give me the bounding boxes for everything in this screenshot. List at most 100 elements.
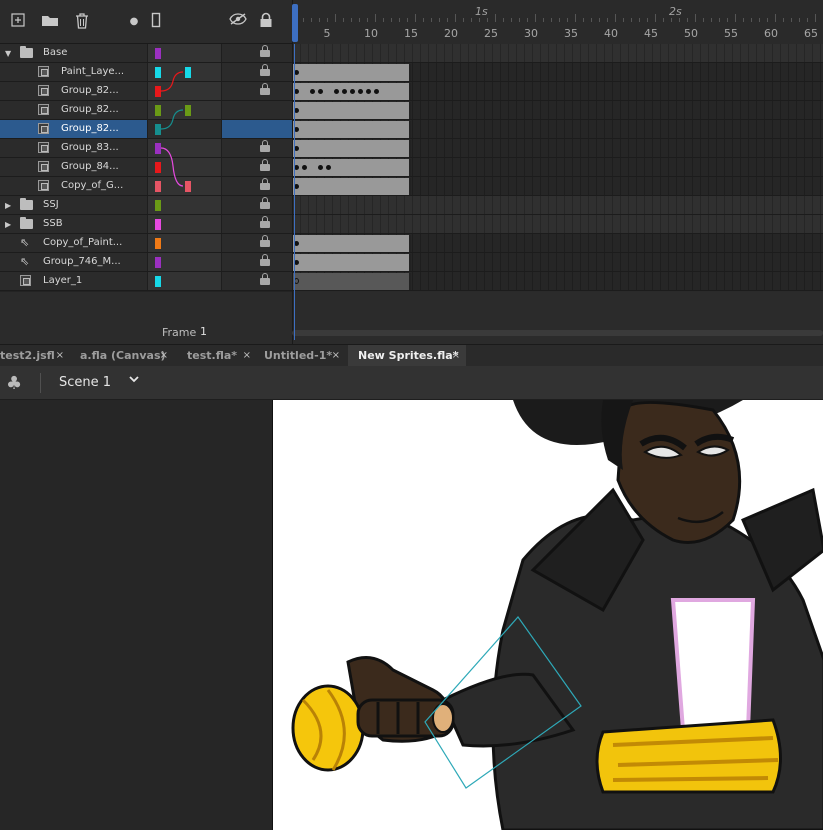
- frame-span[interactable]: [293, 254, 411, 271]
- layer-color-cell[interactable]: [147, 272, 222, 290]
- parent-color-swatch[interactable]: [185, 105, 191, 116]
- frame-span[interactable]: [293, 178, 411, 195]
- expand-arrow-icon[interactable]: ▶: [5, 201, 11, 210]
- frame-span[interactable]: [293, 64, 411, 81]
- layer-color-cell[interactable]: [147, 215, 222, 233]
- frame-span[interactable]: [293, 235, 411, 252]
- layer-lock-cell[interactable]: [222, 139, 292, 157]
- layer-lock-cell[interactable]: [222, 82, 292, 100]
- layer-lock-cell[interactable]: [222, 63, 292, 81]
- tab-a-fla[interactable]: a.fla (Canvas) ×: [74, 345, 174, 367]
- keyframe-dot[interactable]: [326, 165, 331, 170]
- layer-row[interactable]: Group_82...: [0, 82, 292, 101]
- layer-name-cell[interactable]: ⇖ Group_746_M...: [0, 253, 147, 271]
- layer-color-swatch[interactable]: [155, 219, 161, 230]
- layer-color-cell[interactable]: [147, 234, 222, 252]
- layer-lock-cell[interactable]: [222, 272, 292, 290]
- lock-all-icon[interactable]: [256, 12, 276, 32]
- layer-lock-cell[interactable]: [222, 120, 292, 138]
- expand-arrow-icon[interactable]: ▶: [5, 220, 11, 229]
- layer-name-cell[interactable]: ▶ SSJ: [0, 196, 147, 214]
- lock-icon[interactable]: [260, 178, 270, 190]
- parent-color-swatch[interactable]: [185, 181, 191, 192]
- frame-row[interactable]: [293, 82, 823, 101]
- close-icon[interactable]: ×: [160, 345, 168, 367]
- timeline-scrollbar[interactable]: [292, 330, 823, 336]
- layer-row[interactable]: ▶ SSB: [0, 215, 292, 234]
- layer-name-cell[interactable]: Group_84...: [0, 158, 147, 176]
- keyframe-dot[interactable]: [342, 89, 347, 94]
- frame-span[interactable]: [293, 140, 411, 157]
- layer-lock-cell[interactable]: [222, 158, 292, 176]
- frame-span[interactable]: [293, 83, 411, 100]
- lock-icon[interactable]: [260, 64, 270, 76]
- collapse-arrow-icon[interactable]: ▼: [5, 49, 11, 58]
- layer-name-cell[interactable]: ▼ Base: [0, 44, 147, 62]
- tab-test-fla[interactable]: test.fla* ×: [181, 345, 257, 367]
- outline-icon[interactable]: [146, 12, 166, 32]
- keyframe-dot[interactable]: [318, 89, 323, 94]
- layer-row[interactable]: ▶ SSJ: [0, 196, 292, 215]
- layer-color-swatch[interactable]: [155, 238, 161, 249]
- frame-row[interactable]: [293, 101, 823, 120]
- frame-row[interactable]: [293, 272, 823, 291]
- layer-color-swatch[interactable]: [155, 276, 161, 287]
- lock-icon[interactable]: [260, 159, 270, 171]
- frame-row[interactable]: [293, 196, 823, 215]
- trash-icon[interactable]: [72, 12, 92, 32]
- playhead-handle[interactable]: [292, 4, 298, 42]
- layer-lock-cell[interactable]: [222, 177, 292, 195]
- layer-name-cell[interactable]: Layer_1: [0, 272, 147, 290]
- close-icon[interactable]: ×: [332, 345, 340, 367]
- parent-color-swatch[interactable]: [185, 67, 191, 78]
- layer-color-swatch[interactable]: [155, 257, 161, 268]
- layer-row[interactable]: Paint_Laye...: [0, 63, 292, 82]
- frame-row[interactable]: [293, 234, 823, 253]
- tab-untitled-1[interactable]: Untitled-1* ×: [258, 345, 346, 367]
- layer-lock-cell[interactable]: [222, 196, 292, 214]
- frame-row[interactable]: [293, 139, 823, 158]
- layer-lock-cell[interactable]: [222, 44, 292, 62]
- layer-name-cell[interactable]: Group_82...: [0, 82, 147, 100]
- eye-hidden-icon[interactable]: [228, 12, 248, 32]
- frame-ruler[interactable]: 1s 2s 5 10 15 20 25 30 35 40 45 50 55 60…: [292, 0, 823, 44]
- layer-name-cell[interactable]: Copy_of_G...: [0, 177, 147, 195]
- dot-icon[interactable]: ●: [124, 12, 144, 32]
- chevron-down-icon[interactable]: [128, 373, 140, 389]
- frame-row[interactable]: [293, 120, 823, 139]
- frame-row[interactable]: [293, 158, 823, 177]
- lock-icon[interactable]: [260, 197, 270, 209]
- keyframe-dot[interactable]: [358, 89, 363, 94]
- frame-grid[interactable]: [292, 44, 823, 292]
- frame-value[interactable]: 1: [200, 325, 207, 338]
- layer-name-cell[interactable]: Paint_Laye...: [0, 63, 147, 81]
- keyframe-dot[interactable]: [366, 89, 371, 94]
- keyframe-dot[interactable]: [302, 165, 307, 170]
- layer-row[interactable]: ▼ Base: [0, 44, 292, 63]
- lock-icon[interactable]: [260, 216, 270, 228]
- layer-lock-cell[interactable]: [222, 234, 292, 252]
- layer-name-cell[interactable]: ⇖ Copy_of_Paint...: [0, 234, 147, 252]
- stage-canvas[interactable]: [272, 400, 823, 830]
- keyframe-dot[interactable]: [310, 89, 315, 94]
- frame-span[interactable]: [293, 273, 411, 290]
- keyframe-dot[interactable]: [318, 165, 323, 170]
- frame-row[interactable]: [293, 44, 823, 63]
- keyframe-dot[interactable]: [334, 89, 339, 94]
- layer-name-cell[interactable]: Group_82...: [0, 101, 147, 119]
- frame-span[interactable]: [293, 121, 411, 138]
- layer-row[interactable]: Group_84...: [0, 158, 292, 177]
- tab-new-sprites-fla[interactable]: New Sprites.fla* ×: [348, 345, 466, 367]
- lock-icon[interactable]: [260, 235, 270, 247]
- frame-row[interactable]: [293, 253, 823, 272]
- layer-lock-cell[interactable]: [222, 101, 292, 119]
- lock-icon[interactable]: [260, 45, 270, 57]
- layer-name-cell[interactable]: Group_82...: [0, 120, 147, 138]
- layer-row[interactable]: Copy_of_G...: [0, 177, 292, 196]
- lock-icon[interactable]: [260, 83, 270, 95]
- layer-row[interactable]: ⇖ Copy_of_Paint...: [0, 234, 292, 253]
- keyframe-dot[interactable]: [374, 89, 379, 94]
- layer-color-cell[interactable]: [147, 253, 222, 271]
- scene-name[interactable]: Scene 1: [59, 375, 111, 390]
- keyframe-dot[interactable]: [350, 89, 355, 94]
